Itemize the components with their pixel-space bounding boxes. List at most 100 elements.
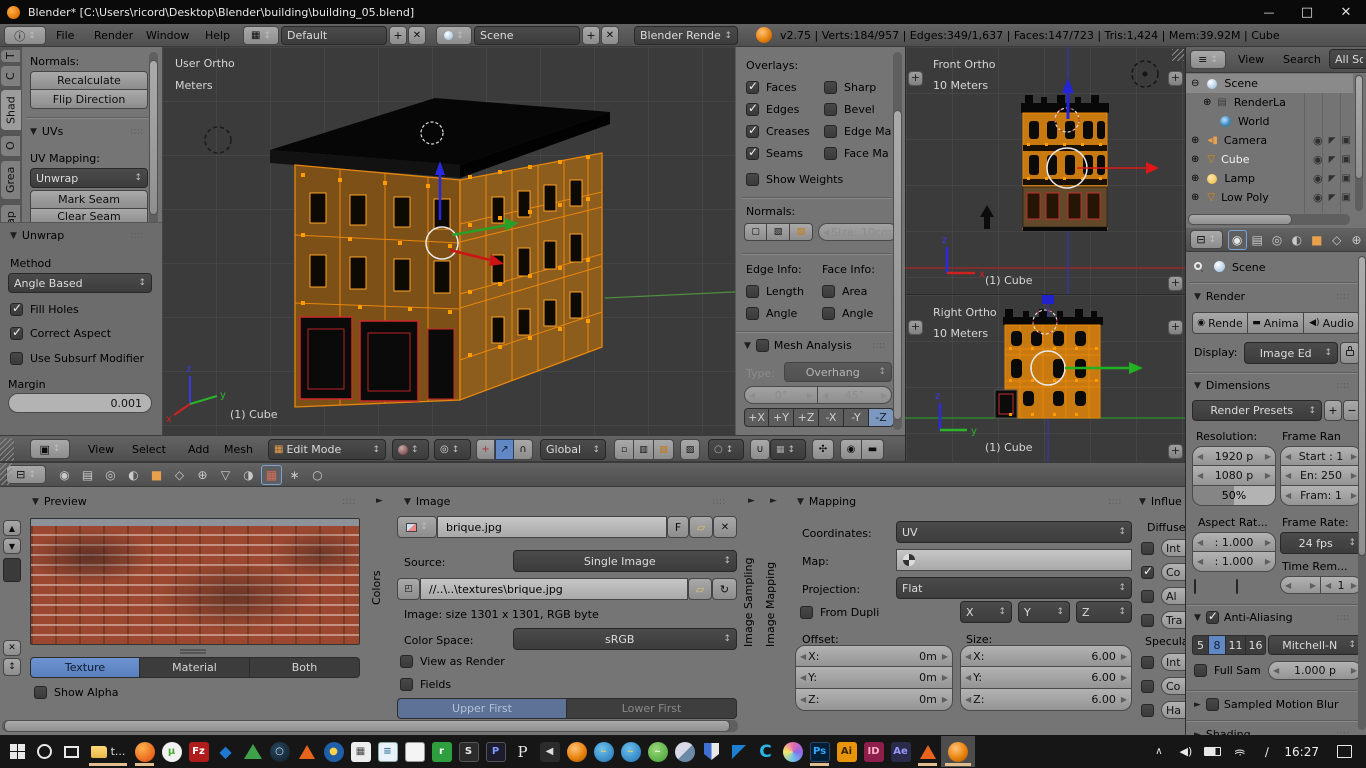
outliner-row-world[interactable]: World [1186, 112, 1353, 131]
motion-blur-checkbox[interactable] [1206, 698, 1219, 711]
tray-pen-icon[interactable]: ∕ [1253, 736, 1280, 767]
toolshelf-tab-grease[interactable]: Grea [0, 160, 20, 200]
penguin-app-button[interactable]: ● [320, 736, 347, 767]
view-as-render-checkbox[interactable] [400, 655, 413, 668]
viewport-shading-select[interactable]: ↕ [392, 439, 429, 460]
uvs-panel-header[interactable]: ▼UVs [30, 125, 63, 138]
display-select[interactable]: Image Ed↕ [1244, 342, 1338, 364]
diffuse-color-checkbox[interactable] [1141, 566, 1154, 579]
green-app-button[interactable]: r [428, 736, 455, 767]
selectability-cursor-icon[interactable]: ◤ [1329, 155, 1336, 165]
delete-layout-button[interactable]: ✕ [408, 26, 426, 45]
menu-view[interactable]: View [88, 443, 114, 456]
p-app-button[interactable]: P [482, 736, 509, 767]
edges-checkbox[interactable] [746, 103, 759, 116]
texture-slot-thumbnail[interactable] [3, 558, 21, 582]
add-scene-button[interactable]: + [582, 26, 600, 45]
editor-type-selector[interactable]: ⊟↕ [1190, 230, 1223, 249]
resolution-percentage-slider[interactable]: 50% [1192, 486, 1276, 506]
outliner-row-camera[interactable]: ⊕ ◂▮ Camera ◉ ◤ ▣ [1186, 131, 1353, 150]
face-angle-checkbox[interactable] [822, 307, 835, 320]
tray-volume-icon[interactable]: ◀) [1172, 736, 1199, 767]
image-sampling-panel-tab[interactable]: Image Sampling [742, 517, 755, 647]
tab-render-layers[interactable]: ▤ [1248, 230, 1267, 250]
offset-x-stepper[interactable]: ◀X:0m▶ [795, 645, 953, 667]
scene-icon-button[interactable]: ↕ [436, 26, 472, 45]
add-layout-button[interactable]: + [389, 26, 407, 45]
diffuse-translucency-checkbox[interactable] [1141, 614, 1154, 627]
size-x-stepper[interactable]: ◀X:6.00▶ [960, 645, 1132, 667]
border-checkbox[interactable] [1194, 579, 1196, 594]
image-path-field[interactable]: //..\..\textures\brique.jpg [420, 578, 688, 600]
close-button[interactable]: ✕ [1326, 5, 1366, 20]
opengl-render-button[interactable]: ◉ [840, 439, 862, 460]
renderability-camera-icon[interactable]: ▣ [1342, 192, 1351, 203]
render-button[interactable]: ◉Rende [1192, 312, 1248, 334]
diffuse-alpha-checkbox[interactable] [1141, 590, 1154, 603]
specular-intensity-slider[interactable]: Int [1161, 653, 1185, 671]
vlc-2-button[interactable] [914, 736, 941, 767]
outliner-row-lowpoly[interactable]: ⊕ ▽ Low Poly ◉ ◤ ▣ [1186, 188, 1353, 207]
menu-select[interactable]: Select [132, 443, 166, 456]
size-y-stepper[interactable]: ◀Y:6.00▶ [960, 667, 1132, 689]
creases-checkbox[interactable] [746, 125, 759, 138]
seams-checkbox[interactable] [746, 147, 759, 160]
edge-select-mode[interactable]: ▥ [634, 439, 654, 460]
sphere-app-button[interactable] [671, 736, 698, 767]
toolshelf-tab-options[interactable]: O [0, 135, 20, 157]
start-button[interactable] [4, 736, 31, 767]
unwrap-menu[interactable]: Unwrap↕ [30, 168, 148, 188]
render-engine-select[interactable]: Blender Render↕ [634, 26, 738, 45]
selectability-cursor-icon[interactable]: ◤ [1329, 174, 1336, 184]
utorrent-button[interactable]: µ [158, 736, 185, 767]
flag-app-button[interactable] [725, 736, 752, 767]
visibility-eye-icon[interactable]: ◉ [1313, 191, 1323, 204]
toolshelf-tab-shading[interactable]: Shad [0, 89, 21, 131]
use-subsurf-checkbox[interactable] [10, 352, 23, 365]
tray-expand-button[interactable]: ∧ [1145, 736, 1172, 767]
axis-plus-x-button[interactable]: +X [744, 408, 769, 427]
aspect-y-stepper[interactable]: ◀: 1.000▶ [1192, 552, 1276, 572]
shading-panel-header[interactable]: ►Shading [1194, 728, 1251, 735]
panel-grip[interactable]: :::: [1336, 291, 1349, 302]
tray-wifi-icon[interactable]: ((· [1226, 736, 1253, 767]
sharp-checkbox[interactable] [824, 81, 837, 94]
diffuse-color-slider[interactable]: Co [1161, 563, 1185, 581]
vertex-select-mode[interactable]: ▫ [614, 439, 634, 460]
editor-type-selector[interactable]: ⓘ↕ [4, 26, 46, 45]
face-area-checkbox[interactable] [822, 285, 835, 298]
tab-constraints[interactable]: ◇ [169, 465, 190, 485]
pdf-app-button[interactable]: P [509, 736, 536, 767]
orientation-select[interactable]: Global↕ [540, 439, 606, 460]
from-dupli-checkbox[interactable] [800, 606, 813, 619]
tab-particles[interactable]: ∗ [284, 465, 305, 485]
selectability-cursor-icon[interactable]: ◤ [1329, 193, 1336, 203]
axis-z-select[interactable]: Z↕ [1076, 601, 1132, 623]
outliner-hscrollbar[interactable] [1188, 214, 1350, 225]
panel-grip[interactable]: :::: [872, 340, 885, 351]
toolshelf-tab-c[interactable]: C [0, 65, 20, 87]
axis-minus-x-button[interactable]: -X [819, 408, 844, 427]
tab-render[interactable]: ◉ [1228, 230, 1247, 250]
preview-both-button[interactable]: Both [250, 657, 360, 678]
photoshop-button[interactable]: Ps [806, 736, 833, 767]
image-sampling-collapse-icon[interactable]: ► [748, 496, 755, 506]
panel-grip[interactable]: :::: [1336, 380, 1349, 391]
tab-world[interactable]: ◐ [123, 465, 144, 485]
menu-mesh[interactable]: Mesh [224, 443, 253, 456]
diffuse-translucency-slider[interactable]: Tra [1161, 611, 1185, 629]
shield-app-button[interactable] [698, 736, 725, 767]
coordinates-select[interactable]: UV↕ [896, 521, 1132, 543]
unwrap-panel-header[interactable]: ▼Unwrap [10, 229, 64, 242]
reload-image-button[interactable]: ↻ [712, 578, 737, 600]
margin-slider[interactable]: 0.001 [8, 393, 152, 413]
projection-select[interactable]: Flat↕ [896, 577, 1132, 599]
add-preset-button[interactable]: + [1324, 400, 1342, 421]
resolution-y-stepper[interactable]: ◀1080 p▶ [1192, 466, 1276, 486]
pin-icon[interactable] [1194, 262, 1202, 270]
region-expand-button[interactable]: + [1168, 71, 1183, 86]
collapse-expander-icon[interactable]: ⊕ [1191, 173, 1199, 184]
tab-world[interactable]: ◐ [1287, 230, 1306, 250]
render-presets-select[interactable]: Render Presets↕ [1192, 400, 1322, 421]
outliner-menu-search[interactable]: Search [1283, 53, 1321, 66]
